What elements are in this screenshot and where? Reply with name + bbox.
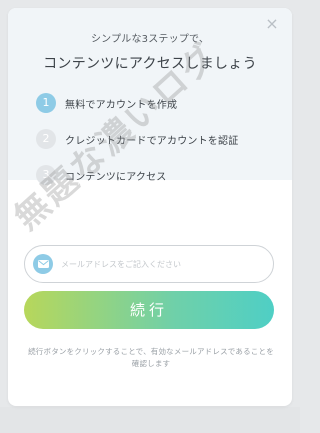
signup-modal: × シンプルな3ステップで、 コンテンツにアクセスしましょう 1 無料でアカウン… (8, 8, 292, 406)
step-number-badge: 1 (36, 93, 56, 113)
modal-title: コンテンツにアクセスしましょう (43, 56, 257, 72)
step-label: 無料でアカウントを作成 (65, 99, 178, 111)
step-item: 1 無料でアカウントを作成 (36, 92, 276, 114)
modal-subtitle: シンプルな3ステップで、 (90, 34, 210, 45)
step-number-badge: 3 (36, 165, 56, 185)
terms-note: 続行ボタンをクリックすることで、有効なメールアドレスであることを確認します (28, 347, 274, 368)
steps-list: 1 無料でアカウントを作成 2 クレジットカードでアカウントを認証 3 コンテン… (36, 92, 276, 200)
email-field[interactable] (24, 245, 274, 283)
step-item: 3 コンテンツにアクセス (36, 164, 276, 186)
step-label: クレジットカードでアカウントを認証 (65, 135, 239, 147)
step-number-badge: 2 (36, 129, 56, 149)
page-backdrop (0, 407, 300, 433)
continue-button[interactable]: 続行 (24, 291, 274, 329)
email-input[interactable] (59, 258, 263, 270)
step-label: コンテンツにアクセス (65, 171, 167, 183)
mail-icon (33, 254, 53, 274)
step-item: 2 クレジットカードでアカウントを認証 (36, 128, 276, 150)
